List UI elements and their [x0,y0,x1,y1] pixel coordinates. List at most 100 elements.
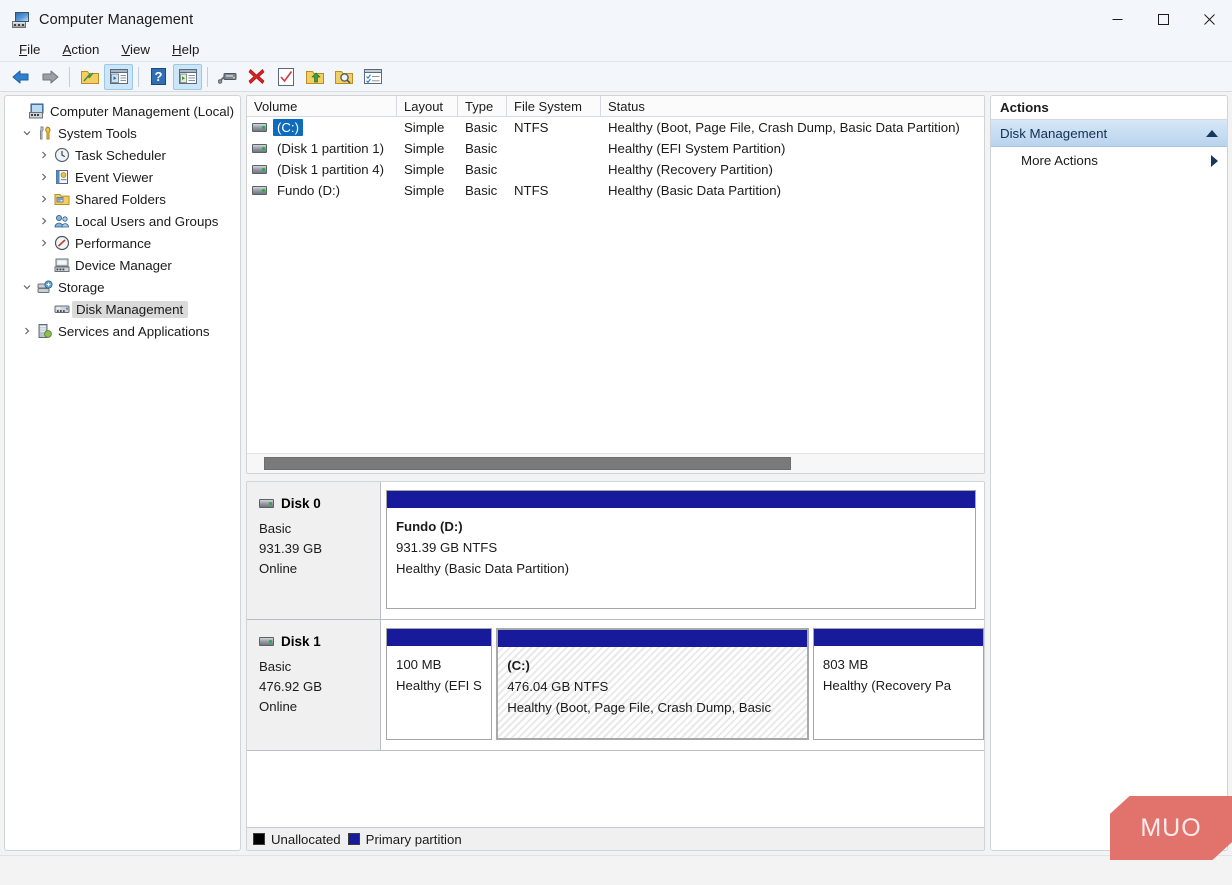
volume-name: Fundo (D:) [273,182,344,199]
scrollbar-track[interactable] [250,456,981,471]
actions-group-disk-management[interactable]: Disk Management [991,120,1227,147]
partition-block[interactable]: (C:) 476.04 GB NTFS Healthy (Boot, Page … [496,628,809,740]
sidebar-item-task-scheduler[interactable]: Task Scheduler [5,144,240,166]
disk-title: Disk 0 [259,496,380,511]
partition-details: Fundo (D:) 931.39 GB NTFS Healthy (Basic… [387,508,975,608]
scrollbar-thumb[interactable] [264,457,791,470]
table-row[interactable]: (Disk 1 partition 4) Simple Basic Health… [247,159,984,180]
maximize-button[interactable] [1140,0,1186,39]
disk-partitions: Fundo (D:) 931.39 GB NTFS Healthy (Basic… [381,482,984,619]
window-title: Computer Management [39,12,193,28]
sidebar-item-performance[interactable]: Performance [5,232,240,254]
show-action-pane-button[interactable] [173,64,202,90]
users-group-icon [52,213,72,229]
properties-button[interactable] [271,64,300,90]
back-button[interactable] [6,64,35,90]
menu-view[interactable]: View [110,39,161,61]
disk-type: Basic [259,519,380,539]
disk-capacity: 476.92 GB [259,677,380,697]
cell-layout: Simple [397,183,458,198]
cell-volume: (Disk 1 partition 4) [247,161,397,178]
submenu-arrow-icon [1211,155,1218,167]
export-list-button[interactable] [300,64,329,90]
column-header-type[interactable]: Type [458,96,507,116]
chevron-right-icon[interactable] [36,173,52,181]
volume-list-header: Volume Layout Type File System Status [247,96,984,117]
cell-layout: Simple [397,141,458,156]
toolbar-separator [207,67,208,87]
table-row[interactable]: Fundo (D:) Simple Basic NTFS Healthy (Ba… [247,180,984,201]
sidebar-item-local-users-and-groups[interactable]: Local Users and Groups [5,210,240,232]
rescan-disks-button[interactable] [213,64,242,90]
table-row[interactable]: (C:) Simple Basic NTFS Healthy (Boot, Pa… [247,117,984,138]
close-button[interactable] [1186,0,1232,39]
partition-status: Healthy (Recovery Pa [823,675,983,696]
action-more-actions[interactable]: More Actions [991,147,1227,174]
column-header-layout[interactable]: Layout [397,96,458,116]
show-list-button[interactable] [358,64,387,90]
partition-color-bar [814,629,983,646]
collapse-chevron-icon[interactable] [1206,130,1218,137]
volume-list-horizontal-scrollbar[interactable] [247,453,984,473]
sidebar-item-services-and-applications[interactable]: Services and Applications [5,320,240,342]
sidebar-item-label: Shared Folders [72,192,166,207]
chevron-right-icon[interactable] [19,327,35,335]
partition-block[interactable]: Fundo (D:) 931.39 GB NTFS Healthy (Basic… [386,490,976,609]
disk-info-panel[interactable]: Disk 0 Basic 931.39 GB Online [247,482,381,619]
up-one-level-button[interactable] [75,64,104,90]
sidebar-item-computer-management-local[interactable]: Computer Management (Local) [5,100,240,122]
drive-icon [252,144,267,153]
forward-button[interactable] [35,64,64,90]
menu-file[interactable]: File [8,39,51,61]
column-header-volume[interactable]: Volume [247,96,397,116]
disk-info-panel[interactable]: Disk 1 Basic 476.92 GB Online [247,620,381,750]
actions-group-label: Disk Management [1000,126,1107,141]
disk-state: Online [259,559,380,579]
delete-button[interactable] [242,64,271,90]
cell-type: Basic [458,183,507,198]
sidebar-item-event-viewer[interactable]: Event Viewer [5,166,240,188]
show-hide-tree-button[interactable] [104,64,133,90]
chevron-right-icon[interactable] [36,195,52,203]
disk-icon [259,637,274,646]
clock-icon [52,147,72,163]
partition-block[interactable]: 803 MB Healthy (Recovery Pa [813,628,984,740]
partition-size: 476.04 GB NTFS [507,676,807,697]
console-tree[interactable]: Computer Management (Local) System Tools [4,95,241,851]
sidebar-item-shared-folders[interactable]: Shared Folders [5,188,240,210]
help-button[interactable]: ? [144,64,173,90]
menu-action[interactable]: Action [51,39,110,61]
legend-item-unallocated: Unallocated [253,832,341,847]
chevron-right-icon[interactable] [36,217,52,225]
column-header-file-system[interactable]: File System [507,96,601,116]
sidebar-item-device-manager[interactable]: Device Manager [5,254,240,276]
pane-splitter[interactable] [246,474,985,481]
partition-details: 803 MB Healthy (Recovery Pa [814,646,983,739]
partition-block[interactable]: 100 MB Healthy (EFI S [386,628,492,740]
partition-color-bar [387,629,491,646]
sidebar-item-label: Performance [72,236,151,251]
cell-status: Healthy (Recovery Partition) [601,162,984,177]
disk-name: Disk 1 [281,634,321,649]
sidebar-item-system-tools[interactable]: System Tools [5,122,240,144]
disk-state: Online [259,697,380,717]
services-icon [35,323,55,339]
status-bar [0,855,1232,885]
action-label: More Actions [1021,153,1098,168]
sidebar-item-label: Services and Applications [55,324,210,339]
minimize-button[interactable] [1094,0,1140,39]
disk-icon [259,499,274,508]
sidebar-item-storage[interactable]: Storage [5,276,240,298]
sidebar-item-disk-management[interactable]: Disk Management [5,298,240,320]
search-button[interactable] [329,64,358,90]
partition-details: 100 MB Healthy (EFI S [387,646,491,739]
sidebar-item-label: Device Manager [72,258,172,273]
column-header-status[interactable]: Status [601,96,984,116]
chevron-down-icon[interactable] [19,129,35,137]
table-row[interactable]: (Disk 1 partition 1) Simple Basic Health… [247,138,984,159]
disk-row: Disk 0 Basic 931.39 GB Online Fundo (D:) [247,482,984,620]
chevron-right-icon[interactable] [36,151,52,159]
chevron-down-icon[interactable] [19,283,35,291]
chevron-right-icon[interactable] [36,239,52,247]
menu-help[interactable]: Help [161,39,210,61]
